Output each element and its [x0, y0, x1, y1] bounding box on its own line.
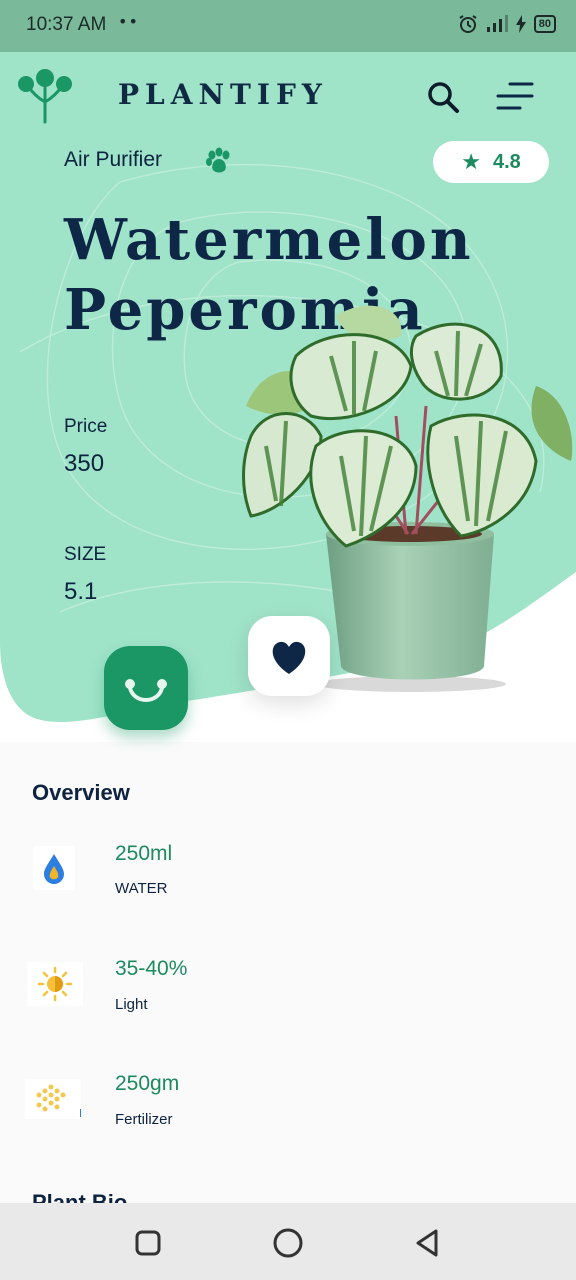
circle-icon[interactable]: [268, 1223, 308, 1263]
price-label: Price: [64, 416, 108, 437]
price-value: 350: [64, 450, 105, 477]
overview-item-fertilizer: [25, 1079, 82, 1119]
tree-logo-icon: [18, 69, 72, 124]
fertilizer-value: 250gm: [115, 1072, 180, 1095]
menu-icon[interactable]: [494, 78, 536, 114]
overview-heading: Overview: [32, 780, 130, 805]
paw-icon: [206, 147, 230, 173]
triangle-back-icon[interactable]: [408, 1223, 448, 1263]
smile-cart-icon: [125, 679, 167, 702]
star-icon: ★: [461, 149, 481, 175]
status-bar: 10:37 AM •• 80: [0, 0, 576, 52]
search-icon[interactable]: [424, 78, 464, 118]
signal-icon: [486, 15, 508, 32]
light-value: 35-40%: [115, 957, 188, 980]
category-label: Air Purifier: [64, 148, 163, 171]
alarm-icon: [459, 15, 477, 33]
heart-icon: [272, 641, 306, 674]
size-label: SIZE: [64, 544, 107, 565]
water-value: 250ml: [115, 842, 173, 865]
system-navigation-bar: [0, 1203, 576, 1280]
battery-indicator: 80: [533, 15, 556, 33]
charging-icon: [515, 15, 526, 33]
fertilizer-label: Fertilizer: [115, 1111, 173, 1128]
favorite-button[interactable]: [248, 616, 330, 696]
status-time: 10:37 AM: [26, 14, 107, 35]
water-drop-icon: [44, 854, 64, 884]
overview-item-light: [27, 962, 83, 1006]
overview-item-water: [33, 846, 75, 890]
status-notification-dots: ••: [118, 12, 139, 31]
water-label: WATER: [115, 880, 168, 897]
square-icon[interactable]: [128, 1223, 168, 1263]
add-to-cart-button[interactable]: [104, 646, 188, 730]
product-title-line1: Watermelon: [64, 207, 474, 273]
status-icons: 80: [458, 14, 556, 34]
fertilizer-icon: [36, 1084, 82, 1117]
rating-value: 4.8: [492, 150, 521, 173]
light-label: Light: [115, 996, 148, 1013]
rating-badge: ★ 4.8: [433, 141, 549, 183]
size-value: 5.1: [64, 578, 98, 605]
brand-name: PLANTIFY: [118, 78, 328, 111]
sun-icon: [37, 966, 73, 1002]
